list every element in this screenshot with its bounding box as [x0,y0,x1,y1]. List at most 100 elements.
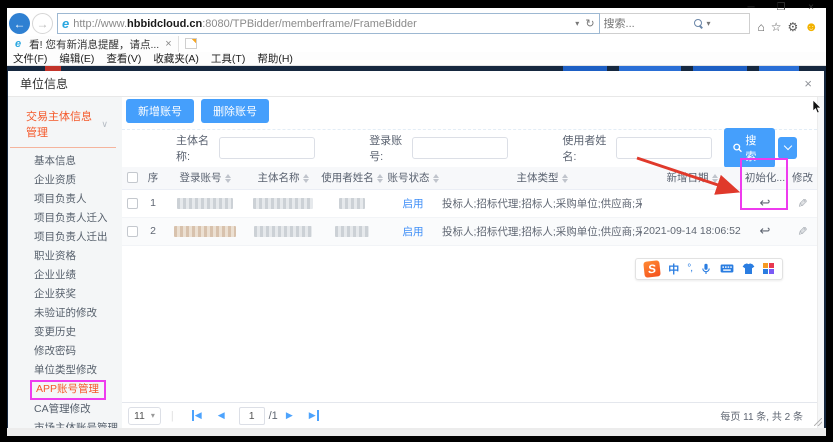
menu-view[interactable]: 查看(V) [106,51,141,66]
user-name-input[interactable] [616,137,712,159]
initialize-undo-icon[interactable]: ↩ [760,195,771,210]
sort-icon[interactable] [712,174,718,184]
menu-file[interactable]: 文件(F) [13,51,47,66]
chevron-down-icon: ▾ [151,411,155,420]
accounts-table: 序 登录账号 主体名称 使用者姓名 账号状态 主体类型 新增日期 初始化... … [122,167,817,246]
sidebar-item-project-manager[interactable]: 项目负责人 [8,190,122,209]
back-button[interactable]: ← [9,13,30,34]
page-size-value: 11 [134,410,145,422]
feedback-smiley-icon[interactable]: ☻ [804,19,818,34]
home-icon[interactable]: ⌂ [758,20,765,34]
browser-search-box[interactable]: ▾ [600,13,750,34]
row-checkbox[interactable] [127,226,138,237]
forward-button[interactable]: → [32,13,53,34]
sidebar-item-pm-move-in[interactable]: 项目负责人迁入 [8,209,122,228]
sort-icon[interactable] [433,174,439,184]
ime-chinese-mode-icon[interactable]: 中 [668,261,679,277]
sort-icon[interactable] [225,174,231,184]
skin-shirt-icon[interactable] [742,263,755,275]
ime-toolbox-icon[interactable] [763,263,774,274]
header-user-name[interactable]: 使用者姓名 [320,167,384,189]
keyboard-icon[interactable] [720,263,734,274]
sidebar-item-pm-move-out[interactable]: 项目负责人迁出 [8,228,122,247]
menu-favorites[interactable]: 收藏夹(A) [153,51,199,66]
microphone-icon[interactable] [700,263,712,275]
ie-favicon: e [62,16,69,31]
header-subject-type[interactable]: 主体类型 [442,167,642,189]
search-dropdown-icon[interactable]: ▾ [707,19,711,28]
edit-pencil-icon[interactable]: ✎ [796,226,810,236]
initialize-undo-icon[interactable]: ↩ [760,223,771,238]
tab-close-icon[interactable]: × [165,38,171,50]
first-page-button[interactable]: ◀ [192,410,202,421]
prev-page-button[interactable]: ◀ [218,410,225,421]
sidebar-item-change-history[interactable]: 变更历史 [8,323,122,342]
menu-help[interactable]: 帮助(H) [257,51,293,66]
sidebar-item-performance[interactable]: 企业业绩 [8,266,122,285]
delete-account-button[interactable]: 删除账号 [201,99,269,123]
favorites-star-icon[interactable]: ☆ [771,20,782,34]
vertical-scrollbar[interactable] [817,97,824,428]
add-account-button[interactable]: 新增账号 [126,99,194,123]
sidebar-group-trade-subject[interactable]: 交易主体信息管理 ∨ [10,101,116,148]
status-badge: 启用 [384,217,442,245]
row-checkbox[interactable] [127,198,138,209]
minimize-button[interactable]: ─ [744,2,758,13]
table-row: 1 启用 投标人;招标代理;招标人;采购单位;供应商;采购代理 ↩ ✎ [122,189,817,217]
chevron-down-icon: ∨ [101,119,108,130]
search-button[interactable]: 搜索 [724,128,775,168]
sidebar-item-change-password[interactable]: 修改密码 [8,342,122,361]
header-subject-name[interactable]: 主体名称 [246,167,320,189]
address-dropdown-icon[interactable]: ▾ [575,19,579,28]
search-icon[interactable] [694,19,703,28]
main-content: 新增账号 删除账号 主体名称: 登录账号: [122,97,817,428]
menu-edit[interactable]: 编辑(E) [59,51,94,66]
sidebar-item-qualification[interactable]: 企业资质 [8,171,122,190]
sort-icon[interactable] [377,174,383,184]
sidebar-item-occupation[interactable]: 职业资格 [8,247,122,266]
search-dropdown-button[interactable] [778,137,797,159]
page-size-select[interactable]: 11 ▾ [128,407,161,425]
total-pages-label: /1 [269,410,278,422]
menu-tools[interactable]: 工具(T) [211,51,245,66]
edit-pencil-icon[interactable]: ✎ [796,198,810,208]
cell-subject-type: 投标人;招标代理;招标人;采购单位;供应商;采购代理 [442,217,642,245]
header-create-date[interactable]: 新增日期 [642,167,742,189]
divider: | [171,410,174,422]
subject-name-label: 主体名称: [176,132,215,164]
maximize-button[interactable]: ❐ [774,2,788,13]
ime-punctuation-icon[interactable]: °, [687,263,692,274]
dialog-close-icon[interactable]: × [804,76,812,91]
sidebar-item-app-account-management[interactable]: APP账号管理 [30,380,106,400]
settings-gear-icon[interactable]: ⚙ [788,20,799,34]
sidebar-item-awards[interactable]: 企业获奖 [8,285,122,304]
sort-icon[interactable] [303,174,309,184]
select-all-checkbox[interactable] [127,172,138,183]
next-page-button[interactable]: ▶ [286,410,293,421]
tab-bar: e 看! 您有新消息提醒，请点... × [7,36,826,52]
sort-icon[interactable] [562,174,568,184]
close-window-button[interactable]: × [804,2,818,13]
login-account-input[interactable] [412,137,508,159]
new-tab-button[interactable] [185,38,197,49]
url-host: hbbidcloud.cn [127,18,202,30]
sidebar-item-market-subject-account[interactable]: 市场主体账号管理 [8,419,122,428]
url-prefix: http://www. [73,18,127,30]
last-page-button[interactable]: ▶ [309,410,319,421]
address-bar[interactable]: e http://www.hbbidcloud.cn:8080/TPBidder… [57,13,600,34]
sidebar-item-unit-type-change[interactable]: 单位类型修改 [8,361,122,380]
tab-title: 看! 您有新消息提醒，请点... [29,37,159,52]
sidebar-item-ca-management[interactable]: CA管理修改 [8,400,122,419]
page-number-input[interactable] [239,407,265,425]
refresh-icon[interactable]: ↻ [585,17,594,30]
sogou-logo-icon[interactable]: S [643,260,661,278]
header-account-status[interactable]: 账号状态 [384,167,442,189]
sidebar-item-unverified-changes[interactable]: 未验证的修改 [8,304,122,323]
subject-name-input[interactable] [219,137,315,159]
redacted-login-account [174,226,236,237]
browser-tab[interactable]: e 看! 您有新消息提醒，请点... × [9,36,179,52]
search-icon [733,143,742,153]
browser-search-input[interactable] [604,18,694,30]
sidebar-item-basic-info[interactable]: 基本信息 [8,152,122,171]
header-login-account[interactable]: 登录账号 [164,167,246,189]
